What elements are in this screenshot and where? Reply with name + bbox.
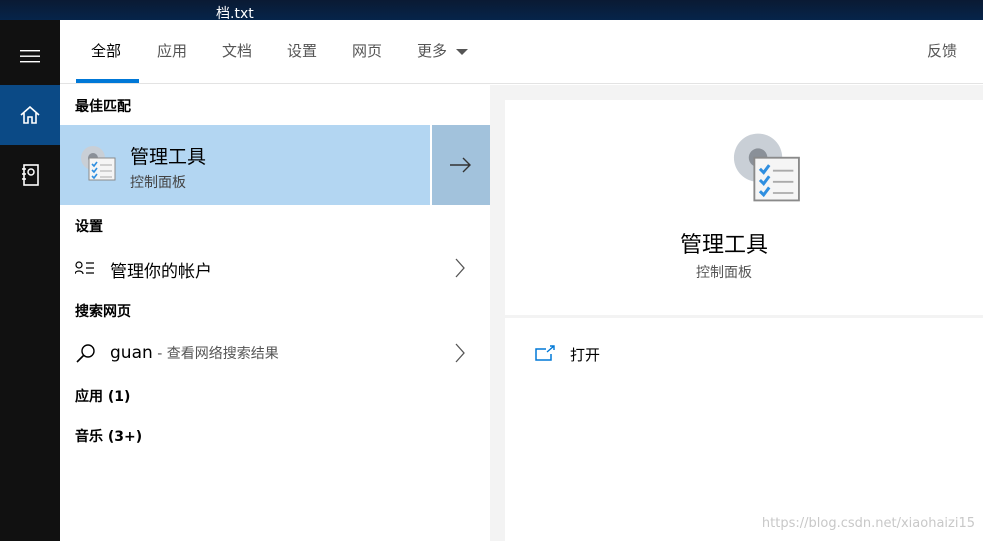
- watermark: https://blog.csdn.net/xiaohaizi15: [761, 516, 975, 531]
- expand-best-match-button[interactable]: [430, 125, 490, 205]
- results-list: 最佳匹配 管理工具 控制面板 设置 管理你的帐户 搜索网页 guan - 查看网…: [60, 85, 490, 541]
- search-panel: 全部 应用 文档 设置 网页 更多 反馈 最佳匹配 管理工具 控制面板 设置 管…: [60, 20, 983, 541]
- settings-result-item[interactable]: 管理你的帐户: [60, 248, 490, 288]
- notebook-button[interactable]: [0, 145, 60, 205]
- home-button[interactable]: [0, 85, 60, 145]
- chevron-right-icon: [455, 258, 465, 278]
- preview-title: 管理工具: [679, 233, 768, 258]
- tab-apps[interactable]: 应用: [157, 40, 187, 61]
- arrow-right-icon: [450, 157, 471, 173]
- preview-pane: 管理工具 控制面板 打开 https://blog.csdn.net/xiaoh…: [490, 85, 983, 541]
- settings-heading: 设置: [75, 219, 103, 235]
- preview-subtitle: 控制面板: [696, 265, 752, 281]
- tab-all[interactable]: 全部: [91, 40, 121, 61]
- feedback-link[interactable]: 反馈: [927, 40, 957, 61]
- tab-more[interactable]: 更多: [417, 40, 468, 61]
- open-action[interactable]: 打开: [535, 342, 685, 366]
- web-heading: 搜索网页: [75, 304, 131, 320]
- apps-heading[interactable]: 应用 (1): [75, 386, 130, 406]
- best-match-title: 管理工具: [130, 146, 207, 168]
- filter-tabs: 全部 应用 文档 设置 网页 更多 反馈: [60, 20, 983, 84]
- admin-tools-icon: [81, 146, 116, 181]
- open-label: 打开: [570, 346, 601, 364]
- preview-card: 管理工具 控制面板: [505, 100, 983, 315]
- left-nav: [0, 20, 60, 541]
- account-list-icon: [75, 261, 94, 275]
- home-icon: [20, 106, 40, 124]
- best-match-subtitle: 控制面板: [130, 175, 186, 191]
- web-query: guan: [110, 343, 153, 363]
- search-icon: [76, 344, 95, 363]
- tab-web[interactable]: 网页: [352, 40, 382, 61]
- best-match-item[interactable]: 管理工具 控制面板: [60, 125, 490, 205]
- preview-actions: 打开: [505, 318, 983, 541]
- chevron-right-icon: [455, 343, 465, 363]
- caret-down-icon: [455, 49, 468, 55]
- background-window-strip: 档.txt: [0, 0, 983, 22]
- web-suffix: - 查看网络搜索结果: [152, 346, 279, 362]
- menu-button[interactable]: [0, 26, 60, 86]
- settings-result-label: 管理你的帐户: [110, 262, 212, 282]
- tab-more-label: 更多: [417, 42, 448, 60]
- tab-settings[interactable]: 设置: [287, 40, 317, 61]
- open-external-icon: [535, 345, 555, 361]
- web-search-item[interactable]: guan - 查看网络搜索结果: [60, 333, 490, 373]
- notebook-icon: [22, 164, 39, 186]
- hamburger-icon: [20, 50, 40, 63]
- active-tab-indicator: [76, 79, 139, 83]
- admin-tools-large-icon: [733, 133, 800, 202]
- tab-documents[interactable]: 文档: [222, 40, 252, 61]
- best-match-heading: 最佳匹配: [75, 99, 131, 115]
- music-heading[interactable]: 音乐 (3+): [75, 426, 142, 446]
